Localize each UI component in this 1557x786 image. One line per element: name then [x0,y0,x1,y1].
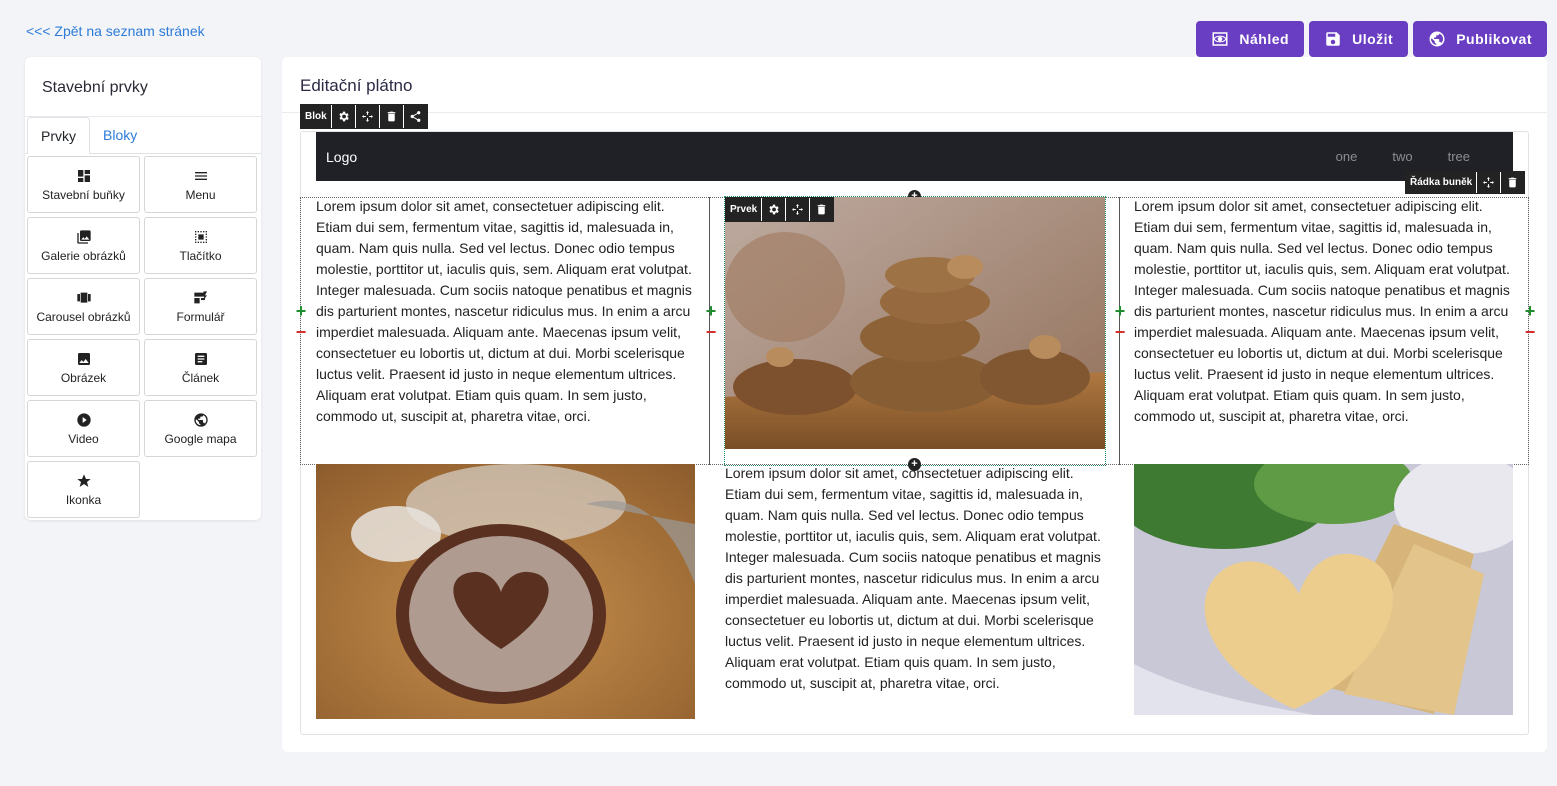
gear-icon [339,111,349,122]
cookies-stack-image[interactable] [725,197,1105,449]
eye-icon [1212,32,1228,46]
add-column-right-plus[interactable]: + [1523,302,1537,320]
element-tile-menu[interactable]: Menu [144,156,257,213]
move-arrows-icon [361,111,373,122]
block-share-button[interactable] [402,105,427,128]
element-toolbar: Prvek [725,197,835,222]
block-move-button[interactable] [354,105,379,128]
row-toolbar-label: Řádka buněk [1406,172,1477,193]
chocolate-heart-cookie-image[interactable] [316,464,695,719]
tile-label: Video [68,431,99,446]
tile-label: Carousel obrázků [36,309,131,324]
gear-icon [769,204,779,215]
grid-layout-icon [77,169,90,182]
tile-label: Stavební buňky [42,187,125,202]
trash-icon [1508,177,1517,188]
navbar-link-three[interactable]: tree [1448,149,1470,164]
gallery-icon [76,229,91,244]
remove-column-minus[interactable]: − [1113,323,1127,341]
tile-label: Galerie obrázků [41,248,126,263]
tile-label: Tlačítko [179,248,222,263]
element-delete-button[interactable] [809,198,834,221]
editing-canvas-card: Editační plátno Blok Logo one two tree Ř… [282,57,1547,752]
row-delete-button[interactable] [1500,172,1525,193]
back-to-pages-link[interactable]: <<< Zpět na seznam stránek [26,23,205,39]
element-settings-button[interactable] [761,198,786,221]
panel-tabs: Prvky Bloky [25,117,261,154]
block-toolbar: Blok [300,104,428,129]
globe-icon [193,412,208,427]
tile-label: Menu [185,187,216,202]
element-tile-icon[interactable]: Ikonka [27,461,140,518]
share-icon [410,111,421,122]
remove-column-right-minus[interactable]: − [1523,323,1537,341]
element-tile-cells[interactable]: Stavební buňky [27,156,140,213]
tab-prvky[interactable]: Prvky [27,117,90,154]
element-tile-button[interactable]: Tlačítko [144,217,257,274]
top-actions: Náhled Uložit Publikovat [1196,21,1547,57]
element-toolbar-label: Prvek [726,198,762,221]
trash-icon [817,204,826,215]
add-column-plus[interactable]: + [704,302,718,320]
element-tile-map[interactable]: Google mapa [144,400,257,457]
divider [282,112,1547,113]
save-button[interactable]: Uložit [1309,21,1409,57]
publish-button[interactable]: Publikovat [1413,21,1547,57]
row-toolbar: Řádka buněk [1405,171,1526,194]
block-settings-button[interactable] [330,105,355,128]
elements-grid: Stavební buňky Menu Galerie obrázků Tlač… [25,154,261,520]
element-tile-image[interactable]: Obrázek [27,339,140,396]
text-cell-1[interactable]: Lorem ipsum dolor sit amet, consectetuer… [316,196,698,427]
article-icon [194,352,207,365]
tile-label: Ikonka [65,492,102,507]
button-icon [194,230,207,243]
tile-label: Článek [181,370,220,385]
star-icon [76,473,91,487]
save-label: Uložit [1352,31,1394,47]
element-tile-carousel[interactable]: Carousel obrázků [27,278,140,335]
move-arrows-icon [1483,177,1495,188]
panel-title: Stavební prvky [25,57,261,117]
menu-icon [194,171,207,180]
remove-column-minus[interactable]: − [704,323,718,341]
image-icon [77,352,90,365]
element-tile-article[interactable]: Článek [144,339,257,396]
row-move-button[interactable] [1476,172,1501,193]
publish-label: Publikovat [1456,31,1532,47]
preview-button[interactable]: Náhled [1196,21,1305,57]
move-arrows-icon [792,204,804,215]
element-tile-video[interactable]: Video [27,400,140,457]
block-delete-button[interactable] [378,105,403,128]
floppy-disk-icon [1326,32,1340,46]
globe-icon [1429,31,1445,47]
element-tile-form[interactable]: Formulář [144,278,257,335]
form-icon [193,290,207,303]
preview-navbar: Logo one two tree [316,132,1513,181]
preview-label: Náhled [1239,31,1290,47]
navbar-links: one two tree [1336,149,1470,164]
navbar-link-two[interactable]: two [1392,149,1412,164]
building-elements-panel: Stavební prvky Prvky Bloky Stavební buňk… [25,57,261,520]
heart-biscuits-image[interactable] [1134,464,1513,715]
add-column-plus[interactable]: + [1113,302,1127,320]
remove-column-left-minus[interactable]: − [294,323,308,341]
tile-label: Obrázek [60,370,107,385]
carousel-icon [76,292,91,303]
navbar-link-one[interactable]: one [1336,149,1358,164]
element-tile-gallery[interactable]: Galerie obrázků [27,217,140,274]
trash-icon [387,111,395,122]
text-cell-row2[interactable]: Lorem ipsum dolor sit amet, consectetuer… [725,463,1110,694]
text-cell-3[interactable]: Lorem ipsum dolor sit amet, consectetuer… [1134,196,1519,427]
tab-bloky[interactable]: Bloky [90,117,150,153]
tile-label: Google mapa [164,431,237,446]
tile-label: Formulář [176,309,225,324]
navbar-logo[interactable]: Logo [326,149,357,165]
add-column-left-plus[interactable]: + [294,302,308,320]
block-toolbar-label: Blok [301,105,331,128]
play-icon [76,412,91,427]
element-move-button[interactable] [785,198,810,221]
canvas-title: Editační plátno [300,76,413,95]
